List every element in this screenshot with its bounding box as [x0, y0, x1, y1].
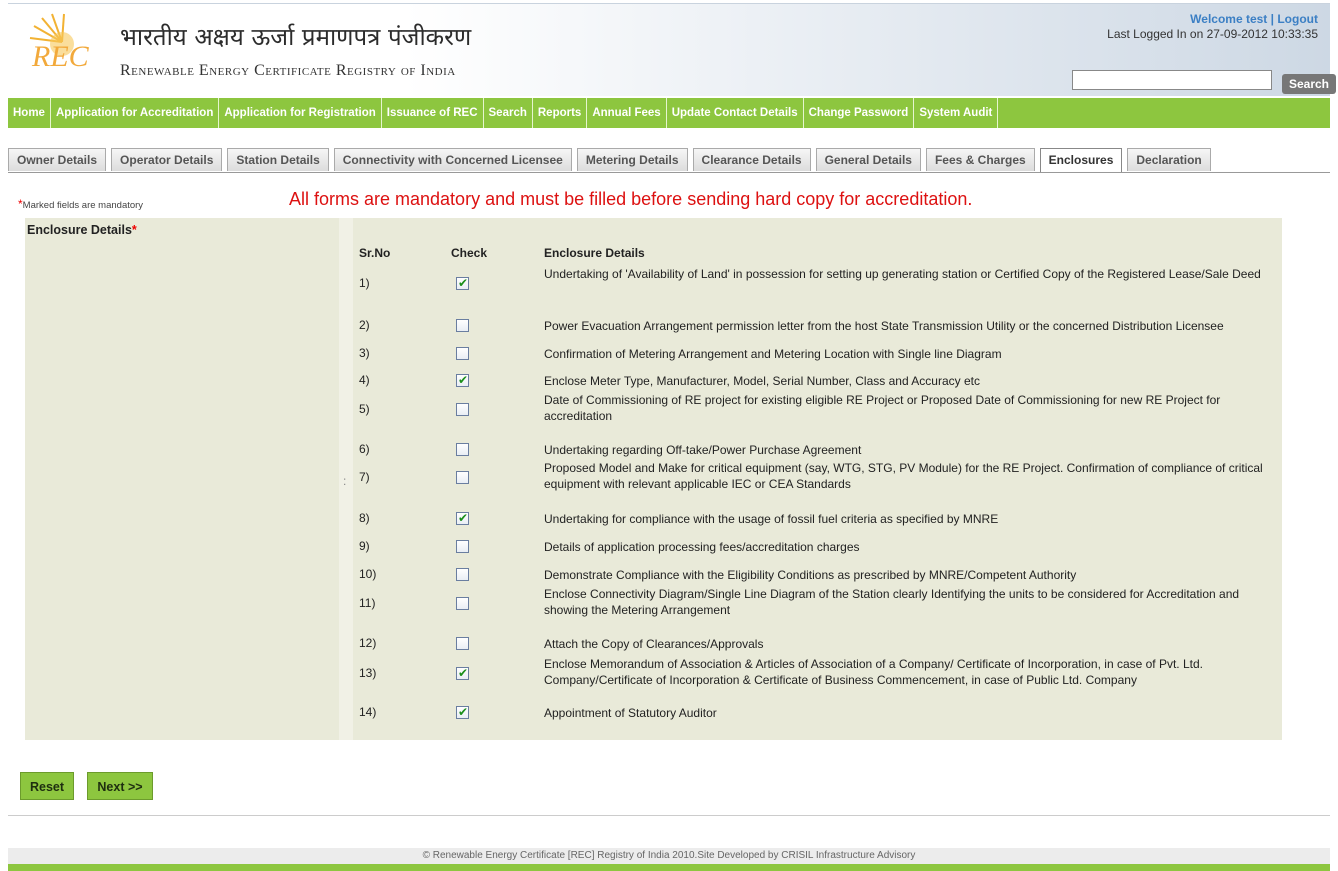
- enclosure-checkbox[interactable]: [456, 403, 469, 416]
- separator-colon: :: [343, 474, 347, 488]
- nav-issuance-of-rec[interactable]: Issuance of REC: [382, 98, 484, 128]
- enclosure-description: Power Evacuation Arrangement permission …: [544, 319, 1224, 333]
- enclosure-row-number: 9): [359, 539, 370, 553]
- footer-bar: [8, 864, 1330, 871]
- form-tabs: Owner Details Operator Details Station D…: [8, 148, 1216, 173]
- rec-logo[interactable]: REC: [22, 12, 122, 73]
- enclosure-description: Enclose Meter Type, Manufacturer, Model,…: [544, 374, 980, 388]
- main-nav: Home Application for Accreditation Appli…: [8, 98, 1330, 128]
- enclosure-row-number: 10): [359, 567, 377, 581]
- enclosure-row-number: 1): [359, 276, 370, 290]
- enclosure-row-number: 11): [359, 596, 376, 610]
- enclosure-description: Details of application processing fees/a…: [544, 540, 860, 554]
- enclosure-row-number: 3): [359, 346, 370, 360]
- enclosure-row-number: 5): [359, 402, 370, 416]
- enclosure-row-number: 14): [359, 705, 377, 719]
- tab-metering-details[interactable]: Metering Details: [576, 148, 688, 171]
- site-header: REC भारतीय अक्षय ऊर्जा प्रमाणपत्र पंजीकर…: [8, 3, 1336, 96]
- enclosure-row-number: 12): [359, 636, 377, 650]
- enclosure-checkbox[interactable]: ✔: [456, 373, 469, 387]
- enclosure-description: Undertaking of 'Availability of Land' in…: [544, 267, 1261, 281]
- enclosure-checkbox[interactable]: [456, 347, 469, 360]
- enclosure-description: Undertaking for compliance with the usag…: [544, 512, 999, 526]
- enclosure-row-number: 13): [359, 666, 377, 680]
- nav-home[interactable]: Home: [8, 98, 51, 128]
- reset-button[interactable]: Reset: [20, 772, 74, 800]
- enclosure-checkbox[interactable]: [456, 319, 469, 332]
- mandatory-banner: All forms are mandatory and must be fill…: [289, 189, 973, 209]
- enclosure-row-number: 7): [359, 470, 370, 484]
- site-title-english: Renewable Energy Certificate Registry of…: [120, 62, 456, 79]
- nav-application-for-registration[interactable]: Application for Registration: [219, 98, 382, 128]
- logout-link[interactable]: Logout: [1277, 12, 1318, 26]
- checkmark-icon: ✔: [458, 373, 469, 387]
- footer-divider: [8, 815, 1330, 816]
- tab-enclosures[interactable]: Enclosures: [1039, 148, 1123, 173]
- search-button[interactable]: Search: [1282, 74, 1336, 94]
- checkmark-icon: ✔: [458, 276, 469, 290]
- enclosure-description: Attach the Copy of Clearances/Approvals: [544, 637, 764, 651]
- footer: © Renewable Energy Certificate [REC] Reg…: [8, 848, 1330, 864]
- enclosure-checkbox[interactable]: ✔: [456, 666, 469, 680]
- enclosure-description: Confirmation of Metering Arrangement and…: [544, 347, 1002, 361]
- nav-application-for-accreditation[interactable]: Application for Accreditation: [51, 98, 220, 128]
- enclosure-row-number: 6): [359, 442, 370, 456]
- tab-general-details[interactable]: General Details: [815, 148, 921, 171]
- enclosure-checkbox[interactable]: [456, 443, 469, 456]
- last-login-text: Last Logged In on 27-09-2012 10:33:35: [1107, 27, 1318, 41]
- checkmark-icon: ✔: [458, 511, 469, 525]
- nav-change-password[interactable]: Change Password: [804, 98, 915, 128]
- column-header-check: Check: [451, 246, 488, 260]
- welcome-text: Welcome test: [1190, 12, 1268, 26]
- tab-connectivity[interactable]: Connectivity with Concerned Licensee: [333, 148, 572, 171]
- enclosure-description: Undertaking regarding Off-take/Power Pur…: [544, 443, 862, 457]
- nav-system-audit[interactable]: System Audit: [914, 98, 999, 128]
- enclosure-row-number: 2): [359, 318, 370, 332]
- tabs-divider: [8, 172, 1330, 173]
- search-input[interactable]: [1072, 70, 1272, 90]
- svg-text:REC: REC: [31, 40, 90, 72]
- enclosure-description: Enclose Connectivity Diagram/Single Line…: [544, 587, 1240, 617]
- enclosure-checkbox[interactable]: [456, 568, 469, 581]
- enclosure-description: Appointment of Statutory Auditor: [544, 706, 717, 720]
- required-star-icon: *: [131, 223, 137, 237]
- tab-clearance-details[interactable]: Clearance Details: [692, 148, 811, 171]
- enclosure-description: Demonstrate Compliance with the Eligibil…: [544, 568, 1077, 582]
- enclosure-checkbox[interactable]: [456, 637, 469, 650]
- nav-search[interactable]: Search: [484, 98, 533, 128]
- mandatory-note: *Marked fields are mandatory: [18, 197, 144, 211]
- enclosure-description: Date of Commissioning of RE project for …: [544, 393, 1221, 423]
- enclosure-checkbox[interactable]: [456, 471, 469, 484]
- enclosure-row-number: 8): [359, 511, 370, 525]
- site-title-hindi: भारतीय अक्षय ऊर्जा प्रमाणपत्र पंजीकरण: [120, 23, 472, 51]
- enclosure-description: Enclose Memorandum of Association & Arti…: [544, 657, 1203, 687]
- enclosure-checkbox[interactable]: ✔: [456, 276, 469, 290]
- tab-station-details[interactable]: Station Details: [227, 148, 329, 171]
- nav-update-contact-details[interactable]: Update Contact Details: [667, 98, 804, 128]
- next-button[interactable]: Next >>: [87, 772, 153, 800]
- nav-reports[interactable]: Reports: [533, 98, 588, 128]
- column-header-srno: Sr.No: [359, 246, 391, 260]
- column-header-details: Enclosure Details: [544, 246, 645, 260]
- section-label: Enclosure Details*: [27, 223, 137, 237]
- enclosure-description: Proposed Model and Make for critical equ…: [544, 461, 1263, 491]
- checkmark-icon: ✔: [458, 666, 469, 680]
- enclosure-checkbox[interactable]: [456, 540, 469, 553]
- enclosure-checkbox[interactable]: ✔: [456, 511, 469, 525]
- enclosure-row-number: 4): [359, 373, 370, 387]
- tab-fees-charges[interactable]: Fees & Charges: [925, 148, 1035, 171]
- tab-owner-details[interactable]: Owner Details: [8, 148, 107, 171]
- nav-annual-fees[interactable]: Annual Fees: [587, 98, 667, 128]
- tab-operator-details[interactable]: Operator Details: [111, 148, 223, 171]
- enclosure-checkbox[interactable]: [456, 597, 469, 610]
- tab-declaration[interactable]: Declaration: [1127, 148, 1211, 171]
- checkmark-icon: ✔: [458, 705, 469, 719]
- user-welcome: Welcome test | Logout Last Logged In on …: [1107, 12, 1318, 41]
- enclosure-checkbox[interactable]: ✔: [456, 705, 469, 719]
